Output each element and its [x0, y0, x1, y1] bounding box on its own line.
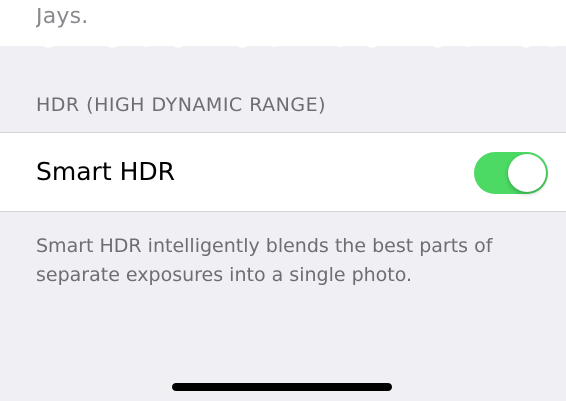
toggle-knob	[508, 154, 546, 192]
smart-hdr-toggle[interactable]	[474, 152, 548, 194]
section-header-hdr: HDR (HIGH DYNAMIC RANGE)	[36, 94, 327, 116]
smart-hdr-label: Smart HDR	[36, 157, 175, 186]
partial-footer-text: Jays.	[36, 4, 89, 29]
home-indicator[interactable]	[172, 383, 392, 391]
torn-paper-edge	[0, 30, 566, 48]
smart-hdr-description: Smart HDR intelligently blends the best …	[36, 235, 493, 286]
smart-hdr-row: Smart HDR	[0, 132, 566, 212]
